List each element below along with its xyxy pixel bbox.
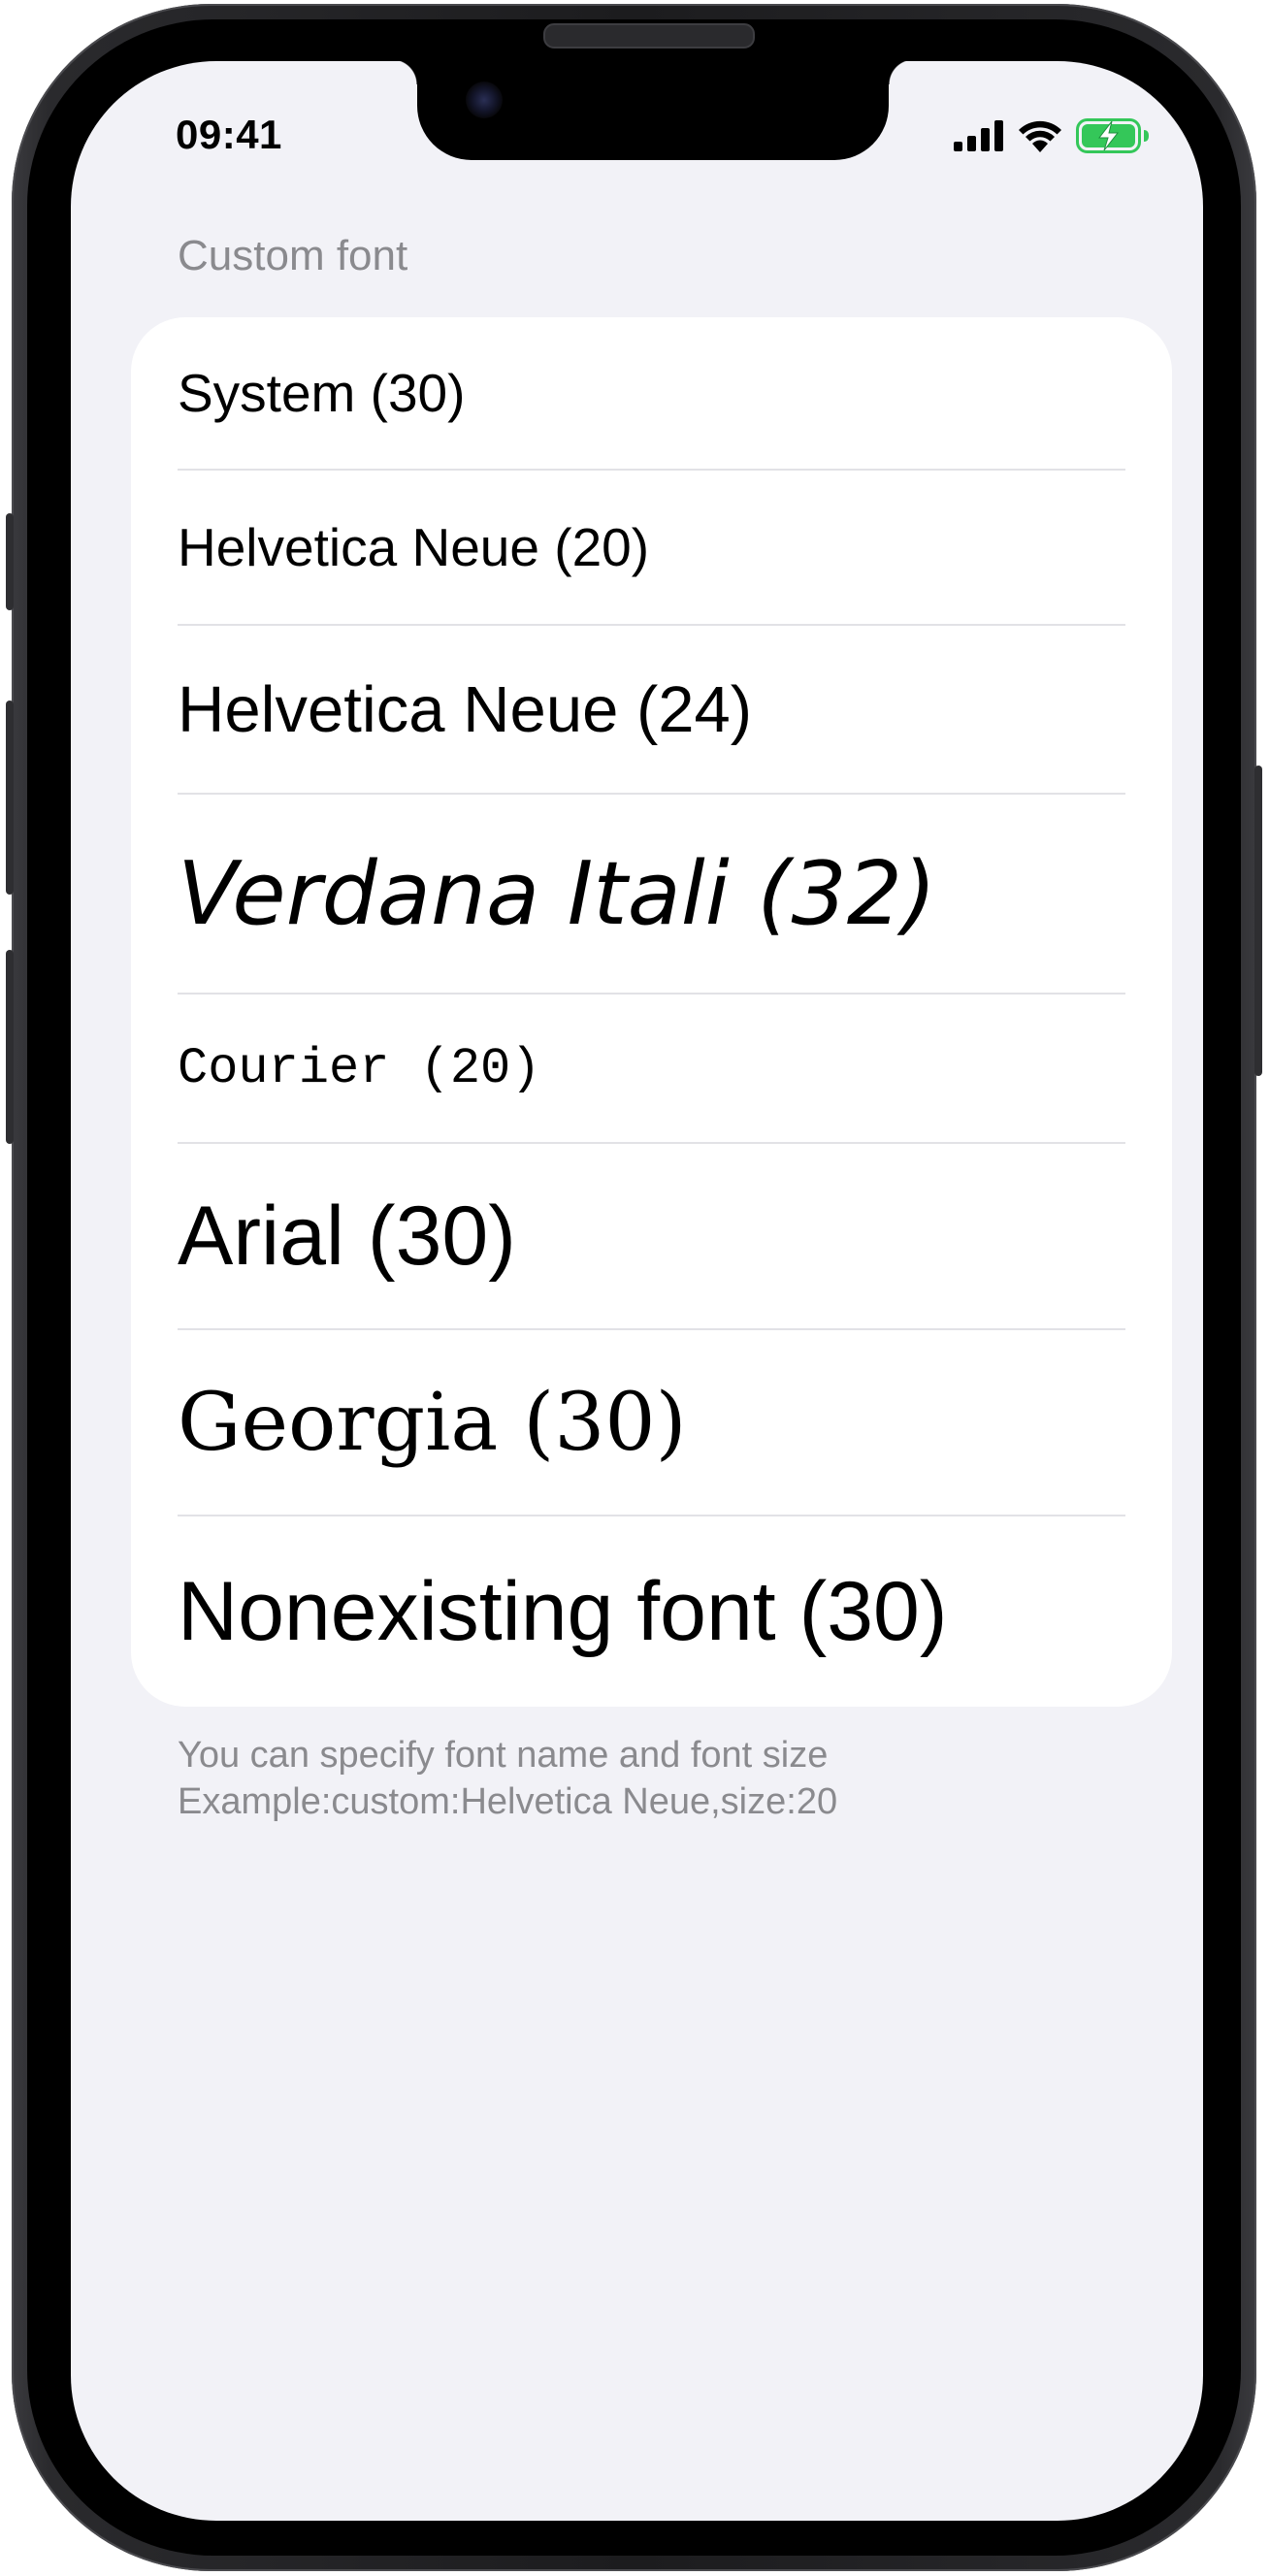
list-item-georgia-30[interactable]: Georgia (30) bbox=[131, 1330, 1172, 1515]
list-item-verdana-itali-32[interactable]: Verdana Itali (32) bbox=[131, 795, 1172, 993]
section-header: Custom font bbox=[178, 232, 408, 279]
section-footer: You can specify font name and font size … bbox=[178, 1732, 837, 1825]
footer-line-1: You can specify font name and font size bbox=[178, 1735, 829, 1776]
status-icons bbox=[954, 116, 1150, 155]
list-item-courier-20[interactable]: Courier (20) bbox=[131, 995, 1172, 1142]
earpiece-speaker bbox=[543, 23, 755, 49]
list-item-label: Nonexisting font (30) bbox=[178, 1564, 948, 1658]
list-item-label: Helvetica Neue (24) bbox=[178, 672, 753, 746]
list-item-label: Courier (20) bbox=[178, 1039, 541, 1097]
list-item-helvetica-neue-24[interactable]: Helvetica Neue (24) bbox=[131, 626, 1172, 793]
battery-charging-icon bbox=[1076, 118, 1149, 153]
font-list-card: System (30) Helvetica Neue (20) Helvetic… bbox=[131, 317, 1172, 1707]
list-item-system-30[interactable]: System (30) bbox=[131, 317, 1172, 469]
list-item-label: Arial (30) bbox=[178, 1189, 516, 1283]
volume-down-button bbox=[6, 950, 14, 1144]
list-item-arial-30[interactable]: Arial (30) bbox=[131, 1144, 1172, 1328]
action-button bbox=[6, 513, 14, 610]
status-time: 09:41 bbox=[176, 112, 282, 157]
wifi-icon bbox=[1019, 120, 1061, 152]
list-item-label: Georgia (30) bbox=[178, 1376, 687, 1469]
volume-up-button bbox=[6, 701, 14, 895]
power-button bbox=[1254, 766, 1262, 1076]
list-item-helvetica-neue-20[interactable]: Helvetica Neue (20) bbox=[131, 471, 1172, 624]
footer-line-2: Example:custom:Helvetica Neue,size:20 bbox=[178, 1781, 838, 1822]
list-item-label: Helvetica Neue (20) bbox=[178, 517, 650, 577]
list-item-nonexisting-font-30[interactable]: Nonexisting font (30) bbox=[131, 1516, 1172, 1707]
phone-frame: 09:41 Custom font System (30) Helvetica … bbox=[6, 4, 1262, 2571]
cellular-signal-icon bbox=[954, 120, 1003, 151]
list-item-label: Verdana Itali (32) bbox=[178, 842, 937, 945]
screen: 09:41 Custom font System (30) Helvetica … bbox=[71, 61, 1203, 2521]
notch bbox=[392, 61, 914, 160]
list-item-label: System (30) bbox=[178, 363, 466, 423]
front-camera bbox=[466, 82, 503, 118]
